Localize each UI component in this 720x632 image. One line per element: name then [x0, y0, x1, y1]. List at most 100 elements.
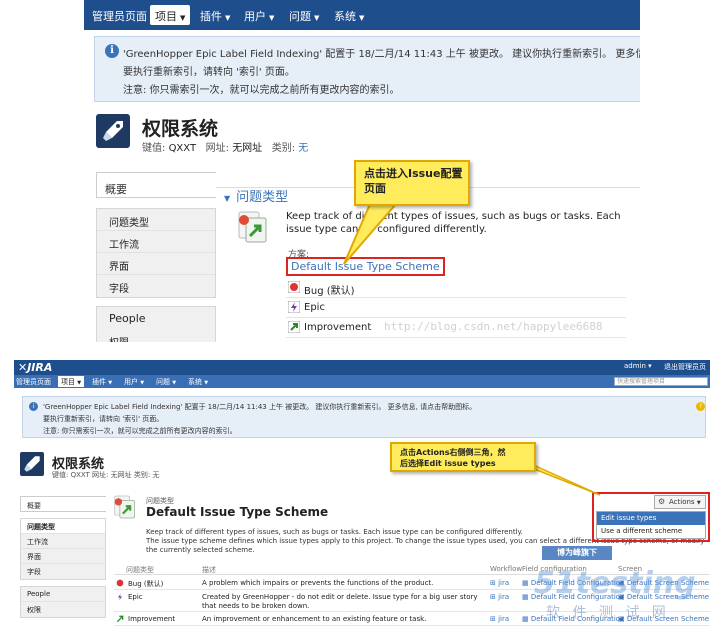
jira-header: ✕JIRA admin ▾ 退出管理员页 — [14, 360, 710, 375]
caret-down-icon: ▼ — [140, 380, 145, 386]
project-avatar — [20, 452, 44, 476]
nav-admin-page[interactable]: 管理员页面 — [16, 377, 51, 387]
highlight-box — [592, 492, 710, 542]
banner-line-2[interactable]: 要执行重新索引，请转向 '索引' 页面。 — [123, 63, 295, 78]
annotation-callout: 点击进入Issue配置 页面 — [354, 160, 470, 206]
sidebar-group-settings: 问题类型 工作流 界面 字段 — [20, 518, 106, 580]
help-icon[interactable]: ? — [696, 402, 705, 411]
caret-down-icon: ▼ — [225, 14, 231, 22]
epic-icon — [288, 301, 300, 313]
project-meta: 键值: QXXT 网址: 无网址 类别: 无 — [142, 143, 309, 154]
issue-types-icon — [114, 495, 135, 519]
jira-logo-icon: ✕ — [18, 361, 28, 374]
annotation-callout: 点击Actions右侧倒三角，然 后选择Edit issue types — [390, 442, 536, 472]
sidebar-group-people: People 权限 — [20, 586, 106, 618]
list-item: Epic — [286, 298, 626, 318]
watermark-badge: 博为峰旗下 — [542, 546, 612, 560]
info-icon: i — [29, 402, 38, 411]
nav-projects[interactable]: 项目 ▼ — [150, 5, 191, 25]
field-config-icon: ▦ — [522, 615, 529, 623]
caret-down-icon: ▼ — [108, 380, 113, 386]
sidebar-item-permissions[interactable]: 权限 — [21, 602, 105, 617]
workflow-icon: ⊞ — [490, 593, 496, 601]
tab-summary[interactable]: 概要 — [96, 172, 216, 198]
jira-logo[interactable]: ✕JIRA — [18, 361, 52, 374]
caret-down-icon: ▼ — [172, 380, 177, 386]
sidebar-item-issue-types[interactable]: 问题类型 — [97, 209, 215, 231]
collapse-triangle-icon: ▼ — [224, 194, 231, 203]
sidebar-item-fields[interactable]: 字段 — [97, 275, 215, 297]
sidebar-item-fields[interactable]: 字段 — [21, 564, 105, 579]
info-icon: i — [105, 44, 119, 58]
nav-users[interactable]: 用户 ▼ — [124, 377, 144, 387]
nav-issues[interactable]: 问题 ▼ — [289, 8, 319, 24]
sidebar-item-permissions[interactable]: 权限 — [97, 329, 215, 342]
sidebar-item-workflows[interactable]: 工作流 — [21, 534, 105, 549]
banner-line-3: 注意: 你只需索引一次，就可以完成之前所有更改内容的索引。 — [43, 427, 237, 435]
nav-plugins[interactable]: 插件 ▼ — [92, 377, 112, 387]
workflow-icon: ⊞ — [490, 615, 496, 623]
sidebar-item-screens[interactable]: 界面 — [97, 253, 215, 275]
improvement-icon — [116, 615, 124, 623]
caret-down-icon: ▼ — [269, 14, 275, 22]
caret-down-icon: ▼ — [77, 380, 82, 386]
bug-icon — [288, 281, 300, 293]
nav-plugins[interactable]: 插件 ▼ — [200, 8, 230, 24]
sidebar-item-workflows[interactable]: 工作流 — [97, 231, 215, 253]
reindex-banner: i 'GreenHopper Epic Label Field Indexing… — [22, 396, 706, 438]
banner-line-1: 'GreenHopper Epic Label Field Indexing' … — [123, 49, 640, 60]
blog-watermark: http://blog.csdn.net/happylee6688 — [384, 320, 603, 333]
screenshot-bottom: ✕JIRA admin ▾ 退出管理员页 管理员页面 项目 ▼ 插件 ▼ 用户 … — [14, 360, 710, 632]
banner-line-2[interactable]: 要执行重新索引，请转向 '索引' 页面。 — [43, 414, 163, 424]
top-nav-bar: 管理员页面 项目 ▼ 插件 ▼ 用户 ▼ 问题 ▼ 系统 ▼ — [84, 0, 640, 30]
project-sidebar: 概要 问题类型 工作流 界面 字段 People 权限 — [96, 172, 216, 342]
column-header-workflow: Workflow — [490, 565, 523, 573]
project-meta: 键值: QXXT 网址: 无网址 类别: 无 — [52, 471, 160, 479]
caret-down-icon: ▼ — [314, 14, 320, 22]
workflow-icon: ⊞ — [490, 579, 496, 587]
field-config-icon: ▦ — [522, 579, 529, 587]
nav-projects[interactable]: 项目 ▼ — [58, 376, 85, 387]
list-item: Bug (默认) — [286, 278, 626, 298]
project-sidebar: 概要 问题类型 工作流 界面 字段 People 权限 — [20, 496, 106, 618]
watermark-text: 软 件 测 试 网 — [546, 605, 670, 621]
admin-nav-bar: 管理员页面 项目 ▼ 插件 ▼ 用户 ▼ 问题 ▼ 系统 ▼ 快速搜索管理项目 — [14, 375, 710, 388]
sidebar-group-people: People 权限 — [96, 306, 216, 342]
workflow-link[interactable]: ⊞ jira — [490, 593, 509, 601]
tab-summary[interactable]: 概要 — [20, 496, 106, 512]
rocket-icon — [103, 121, 123, 141]
nav-admin-page[interactable]: 管理员页面 — [92, 8, 147, 24]
improvement-icon — [288, 321, 300, 333]
banner-line-1: 'GreenHopper Epic Label Field Indexing' … — [43, 403, 477, 411]
admin-search-input[interactable]: 快速搜索管理项目 — [614, 377, 708, 386]
sidebar-group-settings: 问题类型 工作流 界面 字段 — [96, 208, 216, 298]
sidebar-section-people: People — [109, 312, 146, 325]
user-menu[interactable]: admin ▾ — [624, 362, 652, 370]
field-config-icon: ▦ — [522, 593, 529, 601]
project-avatar — [96, 114, 130, 148]
epic-icon — [118, 593, 122, 601]
issue-types-heading[interactable]: ▼ 问题类型 — [224, 186, 288, 205]
sidebar-item-screens[interactable]: 界面 — [21, 549, 105, 564]
workflow-link[interactable]: ⊞ jira — [490, 615, 509, 623]
nav-issues[interactable]: 问题 ▼ — [156, 377, 176, 387]
screenshot-top: 管理员页面 项目 ▼ 插件 ▼ 用户 ▼ 问题 ▼ 系统 ▼ i 'GreenHopper… — [84, 0, 640, 342]
exit-admin-link[interactable]: 退出管理员页 — [664, 362, 706, 372]
banner-line-3: 注意: 你只需索引一次，就可以完成之前所有更改内容的索引。 — [123, 85, 400, 96]
sidebar-item-issue-types[interactable]: 问题类型 — [21, 519, 105, 534]
scheme-title: Default Issue Type Scheme — [146, 505, 329, 519]
nav-system[interactable]: 系统 ▼ — [188, 377, 208, 387]
workflow-link[interactable]: ⊞ jira — [490, 579, 509, 587]
reindex-banner: i 'GreenHopper Epic Label Field Indexing… — [94, 36, 640, 102]
caret-down-icon: ▼ — [204, 380, 209, 386]
bug-icon — [116, 579, 124, 587]
caret-down-icon: ▼ — [359, 14, 365, 22]
issue-types-icon — [238, 211, 267, 243]
project-title: 权限系统 — [142, 118, 219, 140]
caret-down-icon: ▼ — [180, 14, 186, 22]
watermark-logo: 51testing — [534, 566, 696, 601]
rocket-icon — [24, 456, 40, 472]
nav-users[interactable]: 用户 ▼ — [244, 8, 274, 24]
callout-pointer — [343, 203, 399, 265]
nav-system[interactable]: 系统 ▼ — [334, 8, 364, 24]
